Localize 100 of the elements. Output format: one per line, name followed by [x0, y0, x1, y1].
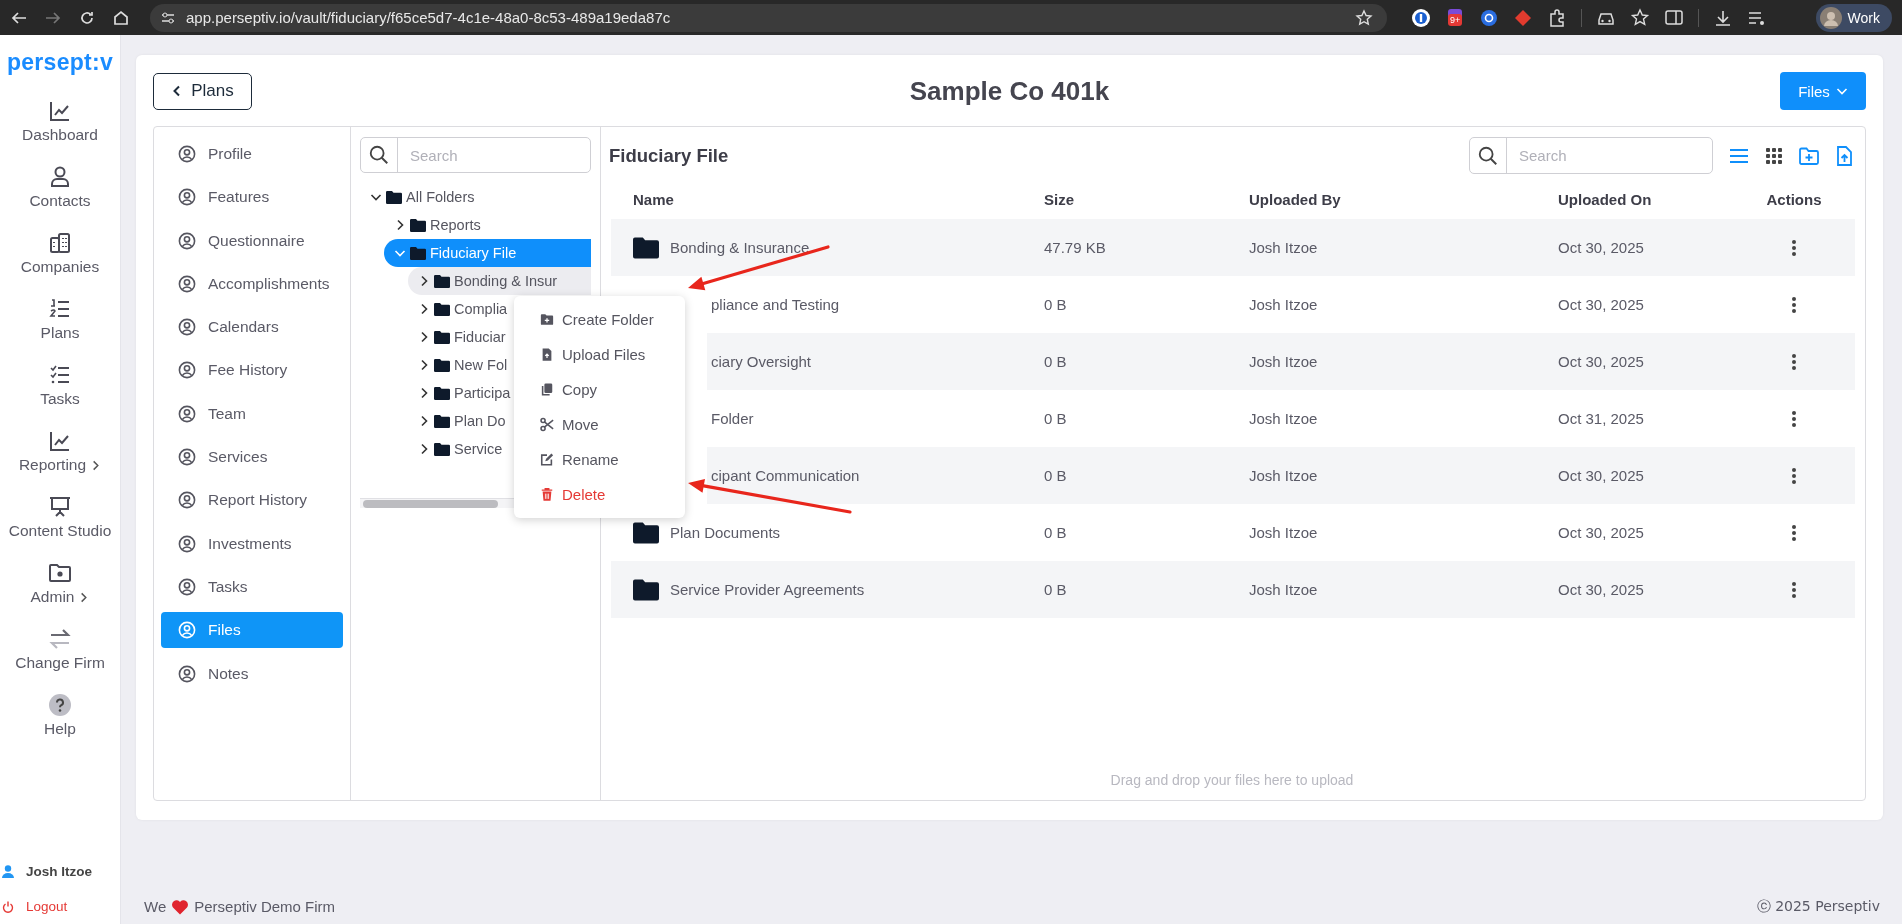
person-circle-icon: [178, 361, 196, 380]
nav-item[interactable]: Admin: [30, 588, 90, 606]
star-icon[interactable]: [1630, 7, 1650, 28]
search-bar[interactable]: Search: [360, 137, 591, 173]
search-icon: [1477, 144, 1499, 167]
kebab-menu-icon[interactable]: [1791, 238, 1797, 257]
menu-item[interactable]: Questionnaire: [161, 222, 343, 259]
menu-item[interactable]: Create Folder: [514, 302, 685, 337]
kebab-menu-icon[interactable]: [1791, 466, 1797, 485]
logout-link[interactable]: Logout: [26, 899, 68, 914]
kebab-menu-icon[interactable]: [1791, 295, 1797, 314]
nav-item[interactable]: Reporting: [18, 456, 102, 474]
file-name: ciary Oversight: [711, 353, 812, 370]
table-row[interactable]: Service Provider Agreements 0 B Josh Itzoe Oct 30, 2025: [611, 561, 1855, 618]
power-icon: [2, 900, 14, 913]
search-field[interactable]: Search: [398, 138, 590, 172]
nav-item[interactable]: Content Studio: [8, 522, 112, 540]
folder-title: Fiduciary File: [609, 144, 730, 167]
person-icon[interactable]: [48, 165, 72, 189]
profile-button[interactable]: Work: [1815, 3, 1892, 32]
table-cell-text: Oct 30, 2025: [1558, 524, 1645, 541]
menu-item[interactable]: Features: [161, 179, 343, 216]
url-text: app.perseptiv.io/vault/fiduciary/f65ce5d7-4c1e-48a0-8c53-489a19eda87c: [186, 9, 672, 26]
tree-item[interactable]: Fiduciar: [408, 323, 510, 351]
building-icon[interactable]: [48, 231, 72, 255]
tree-item[interactable]: Bonding & Insur: [408, 267, 591, 295]
kebab-menu-icon[interactable]: [1791, 352, 1797, 371]
folder-gear-icon[interactable]: [48, 561, 72, 585]
menu-item[interactable]: Fee History: [161, 352, 343, 389]
file-name: pliance and Testing: [711, 296, 840, 313]
star-icon[interactable]: [1355, 8, 1373, 27]
folder-icon: [410, 246, 426, 260]
menu-item[interactable]: Calendars: [161, 309, 343, 346]
horizontal-scrollbar[interactable]: [360, 498, 517, 508]
nav-item[interactable]: Plans: [40, 324, 80, 342]
file-name: Plan Documents: [670, 524, 781, 541]
tune-icon[interactable]: [160, 9, 176, 26]
table-cell-text: Oct 31, 2025: [1558, 410, 1645, 427]
menu-item[interactable]: Move: [514, 407, 685, 442]
nav-item[interactable]: Tasks: [40, 390, 80, 408]
person-circle-icon: [178, 274, 196, 293]
folder-icon: [434, 330, 450, 344]
edit-icon: [540, 452, 554, 467]
kebab-menu-icon[interactable]: [1791, 523, 1797, 542]
back-button[interactable]: Plans: [153, 72, 252, 110]
nav-item[interactable]: Contacts: [29, 192, 91, 210]
diamond-icon[interactable]: [1513, 7, 1533, 28]
circle-icon[interactable]: [1479, 7, 1499, 28]
menu-item[interactable]: Rename: [514, 442, 685, 477]
table-cell-text: Josh Itzoe: [1249, 239, 1319, 256]
nav-item[interactable]: Change Firm: [15, 654, 105, 672]
tree-item[interactable]: All Folders: [360, 183, 479, 211]
help-icon[interactable]: [48, 693, 72, 717]
nav-item[interactable]: Help: [44, 720, 76, 738]
side-panel-icon[interactable]: [1664, 7, 1684, 28]
kebab-menu-icon[interactable]: [1791, 580, 1797, 599]
user-name: Josh Itzoe: [26, 864, 92, 879]
tree-item[interactable]: New Fol: [408, 351, 512, 379]
menu-item[interactable]: Team: [161, 395, 343, 432]
menu-item[interactable]: Report History: [161, 482, 343, 519]
menu-item[interactable]: Tasks: [161, 568, 343, 605]
table-cell-text: Josh Itzoe: [1249, 353, 1319, 370]
menu-item[interactable]: Upload Files: [514, 337, 685, 372]
tree-item[interactable]: Service: [408, 435, 507, 463]
table-row[interactable]: Folder 0 B Josh Itzoe Oct 31, 2025: [707, 390, 1855, 447]
nav-item[interactable]: Dashboard: [22, 126, 98, 144]
tree-item[interactable]: Plan Do: [408, 407, 510, 435]
menu-item[interactable]: Services: [161, 439, 343, 476]
copyright-text: ⓒ 2025 Perseptiv: [1756, 897, 1880, 916]
table-cell-text: Oct 30, 2025: [1558, 581, 1645, 598]
menu-item[interactable]: Profile: [161, 136, 343, 172]
address-bar[interactable]: app.perseptiv.io/vault/fiduciary/f65ce5d7-4c1e-48a0-8c53-489a19eda87c: [150, 3, 1387, 32]
folder-icon: [434, 442, 450, 456]
folder-icon: [434, 386, 450, 400]
menu-item[interactable]: Investments: [161, 525, 343, 562]
chart-icon[interactable]: [48, 429, 72, 453]
tree-item[interactable]: Participa: [408, 379, 515, 407]
menu-item[interactable]: Copy: [514, 372, 685, 407]
column-header: Uploaded By: [1249, 190, 1342, 208]
table-row[interactable]: ciary Oversight 0 B Josh Itzoe Oct 30, 2025: [707, 333, 1855, 390]
presentation-icon[interactable]: [48, 495, 72, 519]
kebab-menu-icon[interactable]: [1791, 409, 1797, 428]
search-field[interactable]: Search: [1507, 138, 1712, 173]
table-row[interactable]: cipant Communication 0 B Josh Itzoe Oct 30, 2025: [707, 447, 1855, 504]
menu-item[interactable]: Notes: [161, 655, 343, 692]
person-circle-icon: [178, 577, 196, 596]
chart-icon[interactable]: [48, 99, 72, 123]
table-row[interactable]: pliance and Testing 0 B Josh Itzoe Oct 30, 2025: [707, 276, 1855, 333]
tree-item[interactable]: Complia: [408, 295, 512, 323]
avatar-icon: [1819, 6, 1842, 29]
home-icon[interactable]: [112, 8, 130, 27]
search-bar[interactable]: Search: [1469, 137, 1713, 174]
swap-arrows-icon[interactable]: [48, 627, 72, 651]
puzzle-icon[interactable]: [1547, 7, 1567, 28]
circle-icon[interactable]: [1411, 7, 1431, 28]
table-row[interactable]: Bonding & Insurance 47.79 KB Josh Itzoe Oct 30, 2025: [611, 219, 1855, 276]
tree-item[interactable]: Reports: [384, 211, 485, 239]
column-header: Actions: [1765, 190, 1823, 208]
menu-item[interactable]: Accomplishments: [161, 265, 343, 302]
nav-item[interactable]: Companies: [20, 258, 100, 276]
